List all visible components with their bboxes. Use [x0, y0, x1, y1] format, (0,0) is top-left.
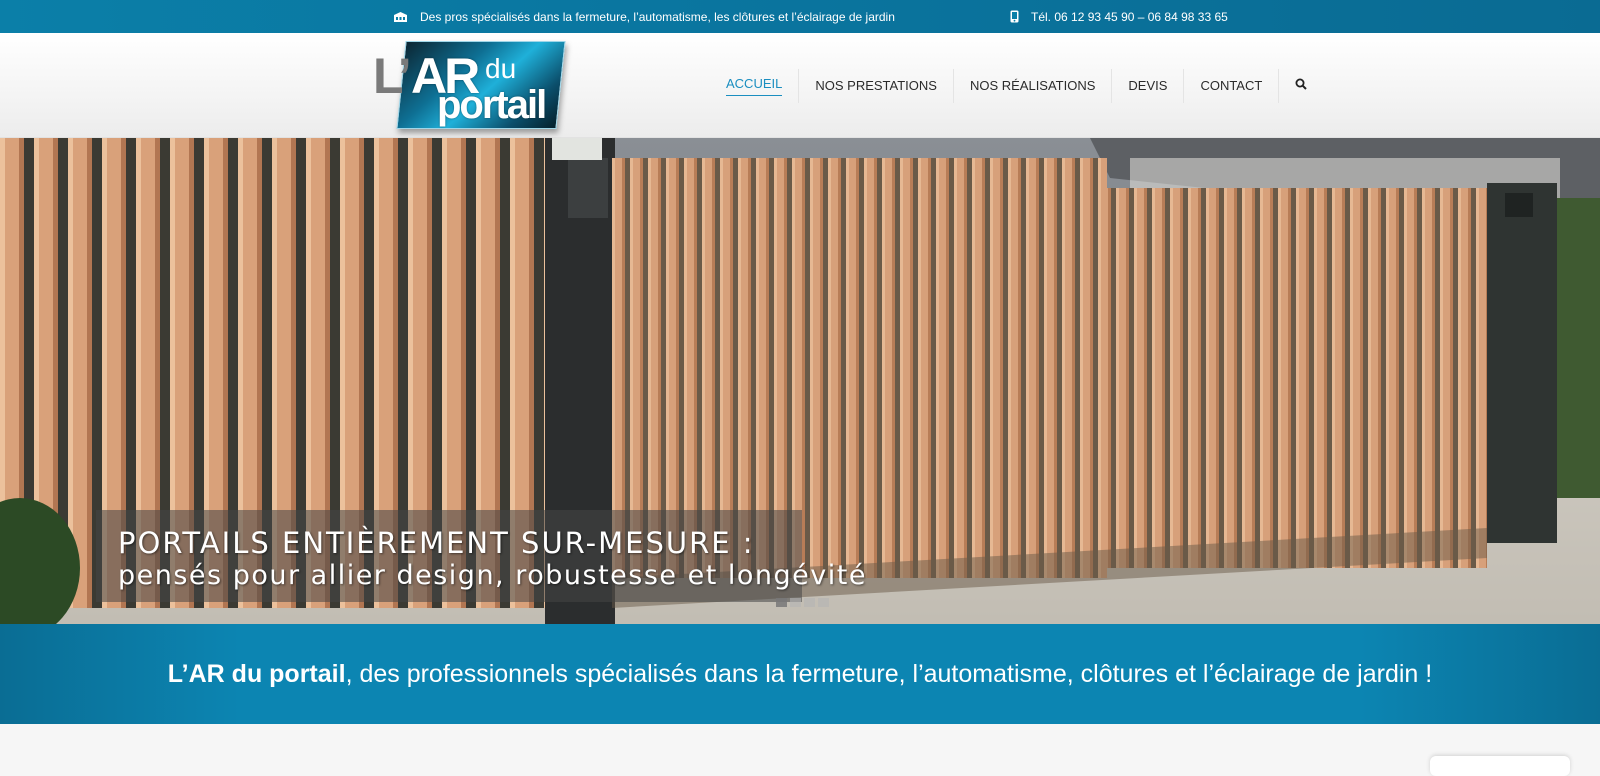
search-icon [1295, 78, 1308, 93]
intro-text: L’AR du portail, des professionnels spéc… [168, 660, 1432, 689]
slide-caption: PORTAILS ENTIÈREMENT SUR-MESURE : pensés… [96, 510, 865, 602]
intro-banner: L’AR du portail, des professionnels spéc… [0, 624, 1600, 724]
phone-group[interactable]: Tél. 06 12 93 45 90 – 06 84 98 33 65 [1010, 0, 1228, 33]
caption-subtitle: pensés pour allier design, robustesse et… [118, 560, 867, 591]
brand-name: L’AR du portail [167, 659, 346, 688]
nav-item-accueil[interactable]: ACCUEIL [710, 68, 800, 103]
nav-item-devis[interactable]: DEVIS [1112, 68, 1185, 103]
main-navigation: ACCUEIL NOS PRESTATIONS NOS RÉALISATIONS… [710, 33, 1323, 138]
slider-dot[interactable] [804, 598, 815, 607]
mobile-phone-icon [1010, 10, 1019, 23]
tagline-text: Des pros spécialisés dans la fermeture, … [420, 9, 895, 24]
caption-title: PORTAILS ENTIÈREMENT SUR-MESURE : [118, 526, 755, 560]
nav-item-nos-prestations[interactable]: NOS PRESTATIONS [799, 68, 954, 103]
slider-pagination [776, 598, 829, 607]
floating-widget[interactable] [1430, 756, 1570, 776]
site-logo[interactable]: L’ AR du portail [373, 39, 566, 134]
building-icon [393, 11, 408, 23]
logo-text-du: du [485, 53, 517, 84]
slider-dot[interactable] [776, 598, 787, 607]
content-area [0, 724, 1600, 765]
nav-item-nos-realisations[interactable]: NOS RÉALISATIONS [954, 68, 1113, 103]
tagline-group: Des pros spécialisés dans la fermeture, … [393, 0, 895, 33]
slider-dot[interactable] [790, 598, 801, 607]
intro-description: , des professionnels spécialisés dans la… [345, 659, 1433, 688]
logo-text-portail: portail [437, 83, 547, 127]
slider-dot[interactable] [818, 598, 829, 607]
search-button[interactable] [1279, 69, 1323, 103]
nav-item-contact[interactable]: CONTACT [1184, 68, 1280, 103]
top-info-bar: Des pros spécialisés dans la fermeture, … [0, 0, 1600, 33]
hero-slider[interactable]: PORTAILS ENTIÈREMENT SUR-MESURE : pensés… [0, 138, 1600, 624]
logo-text-l: L’ [373, 48, 412, 104]
phone-text[interactable]: Tél. 06 12 93 45 90 – 06 84 98 33 65 [1031, 10, 1228, 24]
